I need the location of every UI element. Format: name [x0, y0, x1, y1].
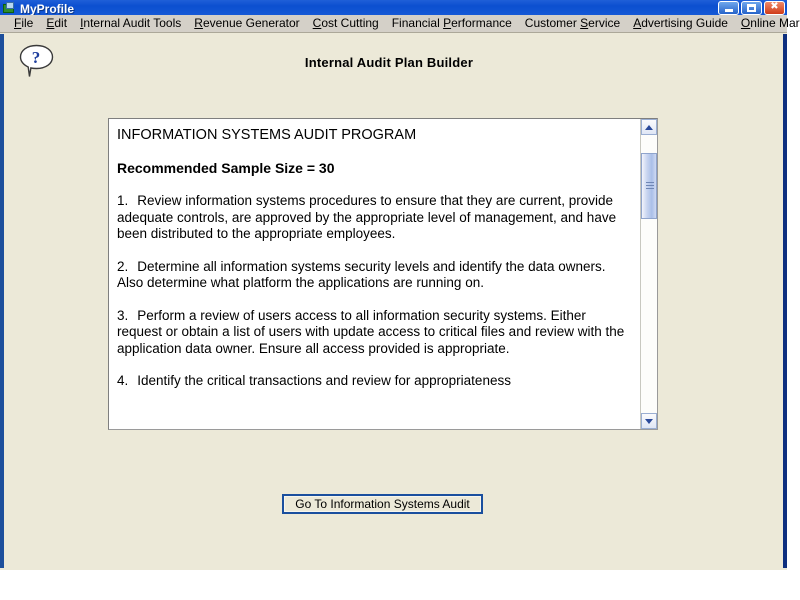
recommended-sample-size: Recommended Sample Size = 30: [117, 159, 335, 176]
page-title: Internal Audit Plan Builder: [304, 55, 474, 70]
audit-program-text[interactable]: INFORMATION SYSTEMS AUDIT PROGRAM Recomm…: [109, 119, 640, 429]
audit-program-heading: INFORMATION SYSTEMS AUDIT PROGRAM: [117, 127, 417, 143]
audit-program-panel: INFORMATION SYSTEMS AUDIT PROGRAM Recomm…: [108, 118, 658, 430]
menu-item-internal-audit-tools[interactable]: Internal Audit Tools: [74, 15, 188, 32]
audit-step-3-text: Perform a review of users access to all …: [117, 307, 625, 356]
scroll-down-arrow-icon[interactable]: [641, 413, 657, 429]
form-body: ? Internal Audit Plan Builder INFORMATIO…: [0, 34, 787, 568]
menu-item-file[interactable]: File: [8, 15, 40, 32]
audit-step-4-text: Identify the critical transactions and r…: [137, 373, 511, 388]
audit-step-4: 4. Identify the critical transactions and…: [117, 373, 630, 390]
minimize-button[interactable]: [718, 0, 739, 15]
application-icon: [2, 1, 16, 15]
title-bar: MyProfile ✖: [0, 0, 787, 15]
audit-step-3-number: 3.: [117, 307, 129, 323]
audit-step-1: 1. Review information systems procedures …: [117, 193, 630, 243]
menu-item-edit[interactable]: Edit: [40, 15, 74, 32]
maximize-button[interactable]: [741, 0, 762, 15]
scrollbar-thumb[interactable]: [641, 153, 657, 219]
menu-bar: File Edit Internal Audit Tools Revenue G…: [0, 15, 800, 33]
go-to-information-systems-audit-button[interactable]: Go To Information Systems Audit: [282, 494, 483, 514]
audit-step-1-number: 1.: [117, 193, 129, 208]
audit-step-2-number: 2.: [117, 258, 129, 274]
menu-item-financial-performance[interactable]: Financial Performance: [386, 15, 519, 32]
menu-item-revenue-generator[interactable]: Revenue Generator: [188, 15, 306, 32]
audit-step-2-text: Determine all information systems securi…: [117, 258, 606, 291]
audit-panel-scrollbar[interactable]: [640, 119, 657, 429]
close-button[interactable]: ✖: [764, 0, 785, 15]
audit-step-3: 3. Perform a review of users access to al…: [117, 308, 630, 358]
menu-item-customer-service[interactable]: Customer Service: [519, 15, 627, 32]
window-controls: ✖: [718, 0, 785, 15]
go-to-information-systems-audit-label: Go To Information Systems Audit: [284, 496, 481, 512]
scroll-up-arrow-icon[interactable]: [641, 119, 657, 135]
window-title: MyProfile: [20, 1, 75, 15]
audit-step-2: 2. Determine all information systems secu…: [117, 259, 630, 292]
menu-item-advertising-guide[interactable]: Advertising Guide: [627, 15, 735, 32]
scrollbar-grip-icon: [646, 182, 654, 189]
audit-step-4-number: 4.: [117, 373, 129, 388]
application-window: MyProfile ✖ File Edit Internal Audit Too…: [0, 0, 800, 570]
scrollbar-track[interactable]: [641, 135, 657, 413]
menu-item-online-marketing[interactable]: Online Marketing: [735, 15, 800, 32]
audit-step-1-text: Review information systems procedures to…: [117, 193, 617, 241]
menu-item-cost-cutting[interactable]: Cost Cutting: [307, 15, 386, 32]
